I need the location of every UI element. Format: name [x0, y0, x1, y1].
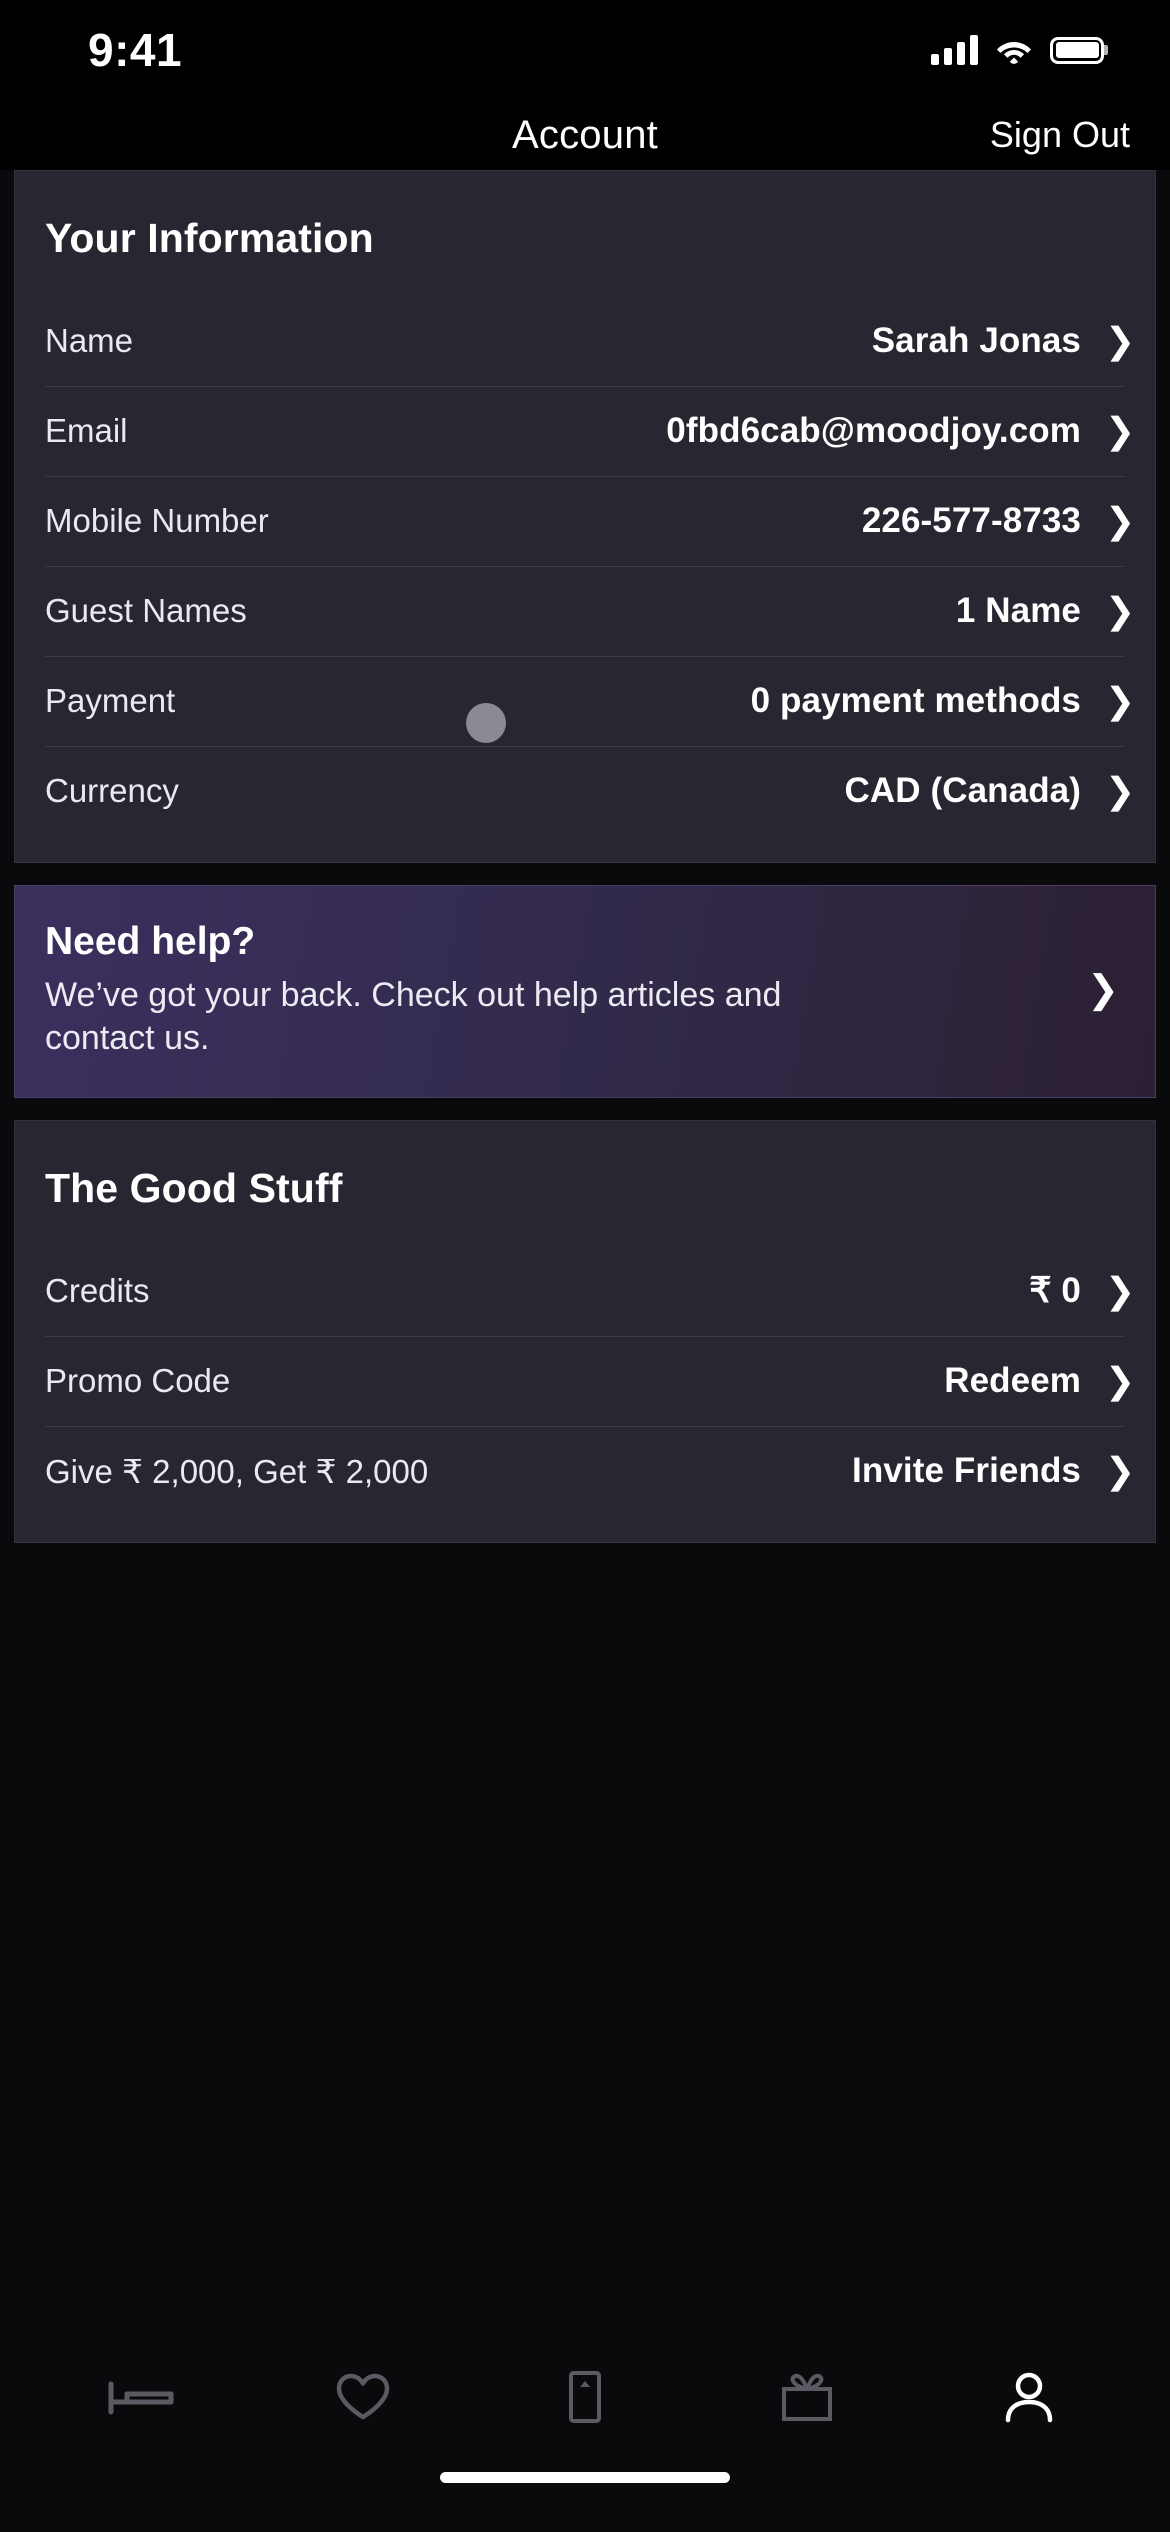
row-value: 226-577-8733: [861, 501, 1081, 540]
row-promo-code[interactable]: Promo Code Redeem ❯: [15, 1336, 1155, 1426]
chevron-right-icon: ❯: [1105, 590, 1136, 631]
page-title: Account: [512, 112, 658, 157]
tab-stays[interactable]: [30, 2322, 252, 2472]
person-icon: [1003, 2370, 1055, 2424]
bed-icon: [107, 2376, 175, 2418]
your-information-card: Your Information Name Sarah Jonas ❯ Emai…: [14, 170, 1156, 863]
chevron-right-icon: ❯: [1105, 680, 1136, 721]
row-value: Redeem: [944, 1361, 1081, 1400]
chevron-right-icon: ❯: [1105, 1270, 1136, 1311]
row-value: 0 payment methods: [750, 681, 1081, 720]
row-value: Invite Friends: [852, 1451, 1081, 1490]
gift-icon: [776, 2371, 838, 2423]
row-label: Give ₹ 2,000, Get ₹ 2,000: [45, 1452, 429, 1490]
need-help-title: Need help?: [45, 920, 256, 963]
row-invite-friends[interactable]: Give ₹ 2,000, Get ₹ 2,000 Invite Friends…: [15, 1426, 1155, 1516]
chevron-right-icon: ❯: [1105, 500, 1136, 541]
tab-account[interactable]: [918, 2322, 1140, 2472]
row-name[interactable]: Name Sarah Jonas ❯: [15, 296, 1155, 386]
chevron-right-icon: ❯: [1087, 969, 1119, 1011]
row-label: Email: [45, 412, 128, 449]
row-guest-names[interactable]: Guest Names 1 Name ❯: [15, 566, 1155, 656]
section-title-good-stuff: The Good Stuff: [45, 1165, 343, 1211]
need-help-body: We’ve got your back. Check out help arti…: [45, 976, 782, 1057]
row-value: ₹ 0: [1029, 1271, 1081, 1310]
row-value: 0fbd6cab@moodjoy.com: [666, 411, 1081, 450]
chevron-right-icon: ❯: [1105, 410, 1136, 451]
row-mobile-number[interactable]: Mobile Number 226-577-8733 ❯: [15, 476, 1155, 566]
tab-bar: [0, 2322, 1170, 2472]
battery-icon: [1050, 36, 1104, 64]
sign-out-button[interactable]: Sign Out: [990, 114, 1130, 156]
tab-trips[interactable]: [474, 2322, 696, 2472]
row-label: Payment: [45, 682, 176, 719]
row-label: Credits: [45, 1272, 150, 1309]
cellular-signal-icon: [931, 35, 978, 65]
home-indicator[interactable]: [440, 2472, 730, 2483]
row-currency[interactable]: Currency CAD (Canada) ❯: [15, 746, 1155, 836]
row-payment[interactable]: Payment 0 payment methods ❯: [15, 656, 1155, 746]
chevron-right-icon: ❯: [1105, 320, 1136, 361]
scroll-content[interactable]: Your Information Name Sarah Jonas ❯ Emai…: [0, 170, 1170, 2322]
home-indicator-area: [0, 2472, 1170, 2532]
row-label: Mobile Number: [45, 502, 269, 539]
section-title-your-information: Your Information: [45, 215, 374, 261]
row-label: Currency: [45, 772, 179, 809]
row-email[interactable]: Email 0fbd6cab@moodjoy.com ❯: [15, 386, 1155, 476]
tab-wishlists[interactable]: [252, 2322, 474, 2472]
row-value: CAD (Canada): [844, 771, 1081, 810]
door-icon: [563, 2369, 607, 2425]
card-bottom-spacer: [15, 1516, 1155, 1542]
chevron-right-icon: ❯: [1105, 1450, 1136, 1491]
chevron-right-icon: ❯: [1105, 770, 1136, 811]
status-icons: [931, 35, 1110, 65]
row-label: Guest Names: [45, 592, 247, 629]
row-label: Promo Code: [45, 1362, 231, 1399]
app-screen: 9:41 Account Sign Out Your Information N…: [0, 0, 1170, 2532]
row-value: Sarah Jonas: [871, 321, 1081, 360]
status-bar: 9:41: [0, 0, 1170, 100]
status-time: 9:41: [88, 24, 183, 76]
card-bottom-spacer: [15, 836, 1155, 862]
row-value: 1 Name: [955, 591, 1081, 630]
row-label: Name: [45, 322, 134, 359]
good-stuff-card: The Good Stuff Credits ₹ 0 ❯ Promo Code …: [14, 1120, 1156, 1543]
need-help-banner[interactable]: Need help? We’ve got your back. Check ou…: [14, 885, 1156, 1098]
tab-rewards[interactable]: [696, 2322, 918, 2472]
chevron-right-icon: ❯: [1105, 1360, 1136, 1401]
need-help-text: Need help? We’ve got your back. Check ou…: [45, 920, 1087, 1059]
wifi-icon: [996, 36, 1032, 64]
row-credits[interactable]: Credits ₹ 0 ❯: [15, 1246, 1155, 1336]
navigation-bar: Account Sign Out: [0, 100, 1170, 170]
heart-icon: [335, 2371, 391, 2423]
